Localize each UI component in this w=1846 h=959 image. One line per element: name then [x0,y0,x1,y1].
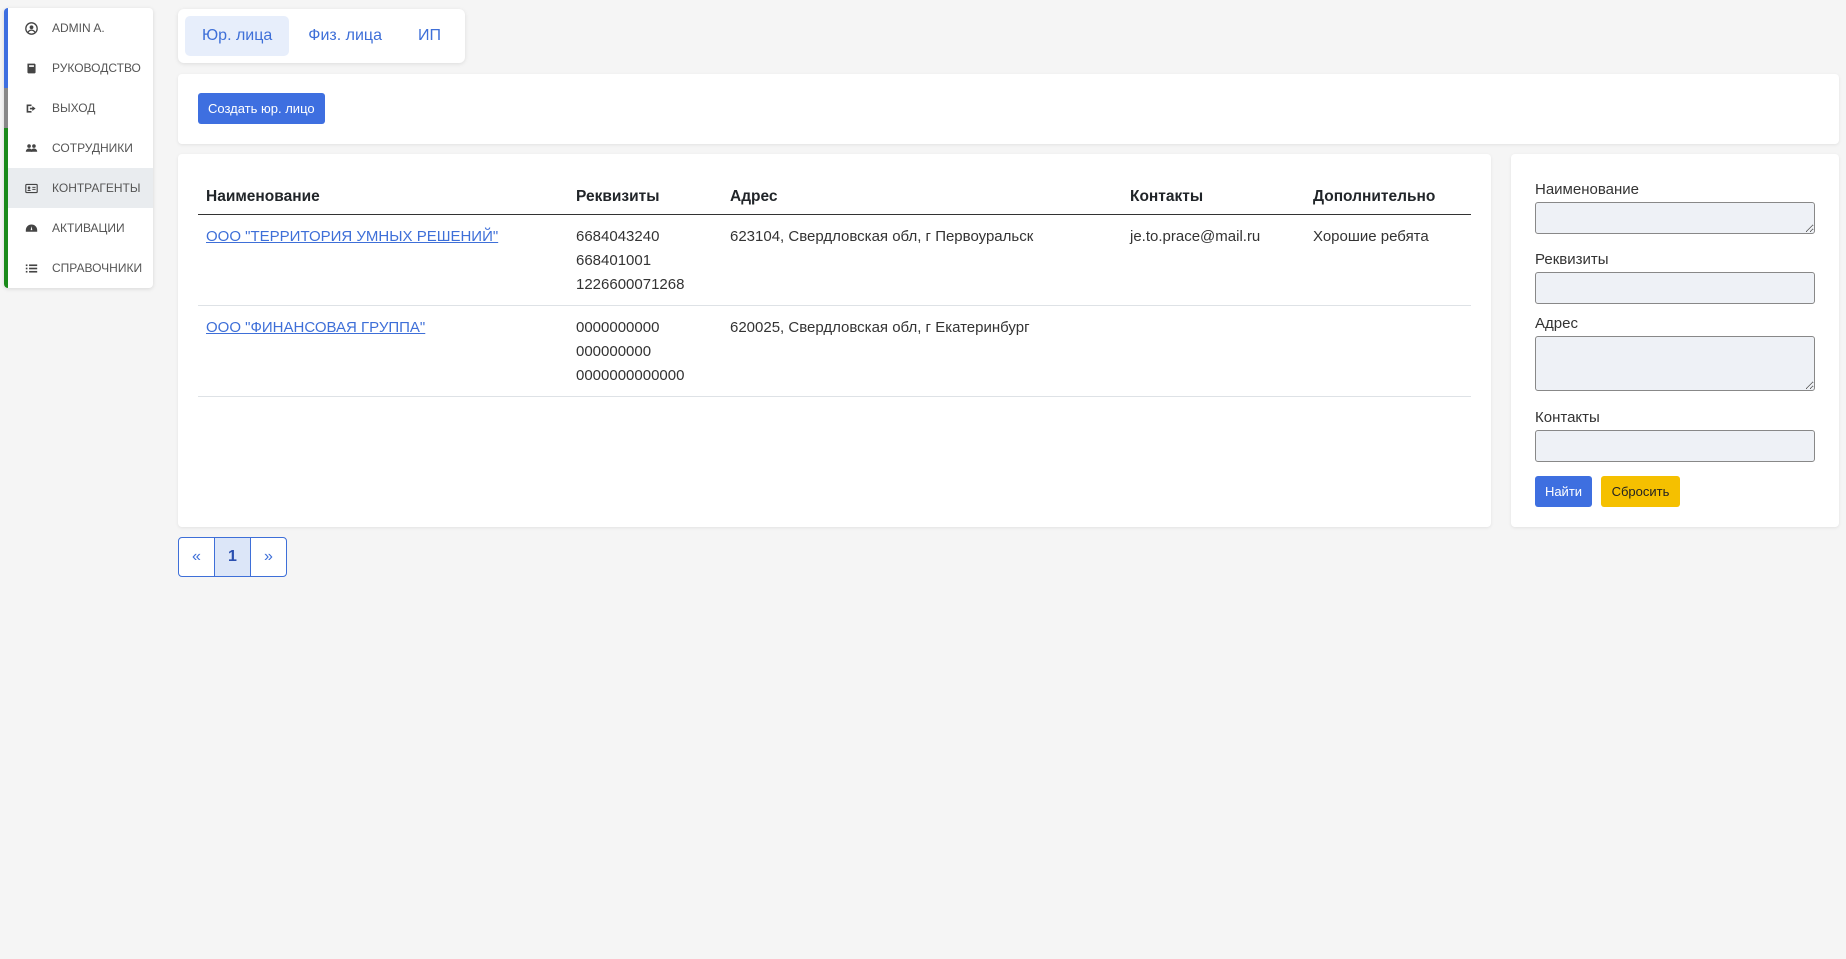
sign-out-icon [24,101,38,115]
filter-panel: Наименование Реквизиты Адрес Контакты На… [1511,154,1839,527]
sidebar-item-guide[interactable]: РУКОВОДСТВО [4,48,153,88]
find-button[interactable]: Найти [1535,476,1592,507]
create-legal-entity-button[interactable]: Создать юр. лицо [198,93,325,124]
sidebar-item-accent-bar [4,88,8,128]
sidebar-item-label: РУКОВОДСТВО [52,61,141,75]
cell-requisites: 6684043240 668401001 1226600071268 [568,214,722,306]
pagination-prev-button[interactable]: « [178,537,215,577]
requisite-ogrn: 1226600071268 [576,276,685,293]
sidebar-item-accent-bar [4,248,8,288]
sidebar-item-admin[interactable]: ADMIN A. [4,8,153,48]
cell-requisites: 0000000000 000000000 0000000000000 [568,305,722,397]
tab-individuals[interactable]: Физ. лица [291,16,399,56]
filter-address-label: Адрес [1535,315,1578,332]
filter-contacts-label: Контакты [1535,409,1600,426]
column-header-address: Адрес [722,180,1122,215]
cell-extra: Хорошие ребята [1305,214,1471,306]
sidebar-item-accent-bar [4,168,8,208]
filter-requisites-label: Реквизиты [1535,251,1609,268]
users-icon [24,141,38,155]
cell-contacts [1122,305,1305,397]
column-header-requisites: Реквизиты [568,180,722,215]
sidebar-item-activations[interactable]: АКТИВАЦИИ [4,208,153,248]
book-icon [24,61,38,75]
sidebar: ADMIN A. РУКОВОДСТВО ВЫХОД СОТРУДНИКИ КО… [4,8,153,288]
cell-contacts: je.to.prace@mail.ru [1122,214,1305,306]
cell-name: ООО "ТЕРРИТОРИЯ УМНЫХ РЕШЕНИЙ" [198,214,568,306]
cell-address: 620025, Свердловская обл, г Екатеринбург [722,305,1122,397]
user-circle-icon [24,21,38,35]
create-panel: Создать юр. лицо [178,74,1839,144]
requisite-kpp: 000000000 [576,343,652,360]
sidebar-item-label: АКТИВАЦИИ [52,221,125,235]
sidebar-item-logout[interactable]: ВЫХОД [4,88,153,128]
sidebar-item-label: СПРАВОЧНИКИ [52,261,143,275]
filter-name-label: Наименование [1535,181,1639,198]
sidebar-item-label: КОНТРАГЕНТЫ [52,181,141,195]
sidebar-item-references[interactable]: СПРАВОЧНИКИ [4,248,153,288]
list-icon [24,261,38,275]
tab-legal-entities[interactable]: Юр. лица [185,16,290,56]
contractor-link[interactable]: ООО "ФИНАНСОВАЯ ГРУППА" [206,319,425,336]
sidebar-item-label: ВЫХОД [52,101,96,115]
sidebar-item-accent-bar [4,8,8,48]
reset-button[interactable]: Сбросить [1601,476,1680,507]
column-header-name: Наименование [198,180,568,215]
id-card-icon [24,181,38,195]
filter-address-input[interactable] [1535,336,1815,391]
cell-address: 623104, Свердловская обл, г Первоуральск [722,214,1122,306]
column-header-contacts: Контакты [1122,180,1305,215]
requisite-inn: 0000000000 [576,319,660,336]
cell-name: ООО "ФИНАНСОВАЯ ГРУППА" [198,305,568,397]
pagination: « 1 » [178,537,287,577]
tab-sole-proprietors[interactable]: ИП [401,16,458,56]
requisite-ogrn: 0000000000000 [576,367,685,384]
requisite-kpp: 668401001 [576,252,652,269]
column-header-extra: Дополнительно [1305,180,1471,215]
table-row: ООО "ФИНАНСОВАЯ ГРУППА" 0000000000 00000… [198,305,1471,397]
table-header-row: Наименование Реквизиты Адрес Контакты До… [198,180,1471,215]
sidebar-item-accent-bar [4,128,8,168]
filter-name-input[interactable] [1535,202,1815,234]
sidebar-item-label: СОТРУДНИКИ [52,141,133,155]
sidebar-item-contractors[interactable]: КОНТРАГЕНТЫ [4,168,153,208]
sidebar-item-employees[interactable]: СОТРУДНИКИ [4,128,153,168]
filter-contacts-input[interactable] [1535,430,1815,462]
contractors-table: Наименование Реквизиты Адрес Контакты До… [198,180,1471,397]
filter-requisites-input[interactable] [1535,272,1815,304]
contractor-link[interactable]: ООО "ТЕРРИТОРИЯ УМНЫХ РЕШЕНИЙ" [206,228,498,245]
contractors-table-panel: Наименование Реквизиты Адрес Контакты До… [178,154,1491,527]
dashboard-icon [24,221,38,235]
requisite-inn: 6684043240 [576,228,660,245]
sidebar-item-accent-bar [4,48,8,88]
pagination-next-button[interactable]: » [250,537,287,577]
entity-type-tabs: Юр. лица Физ. лица ИП [178,9,465,63]
sidebar-item-label: ADMIN A. [52,21,105,35]
cell-extra [1305,305,1471,397]
pagination-page-1[interactable]: 1 [214,537,251,577]
table-row: ООО "ТЕРРИТОРИЯ УМНЫХ РЕШЕНИЙ" 668404324… [198,214,1471,306]
sidebar-item-accent-bar [4,208,8,248]
